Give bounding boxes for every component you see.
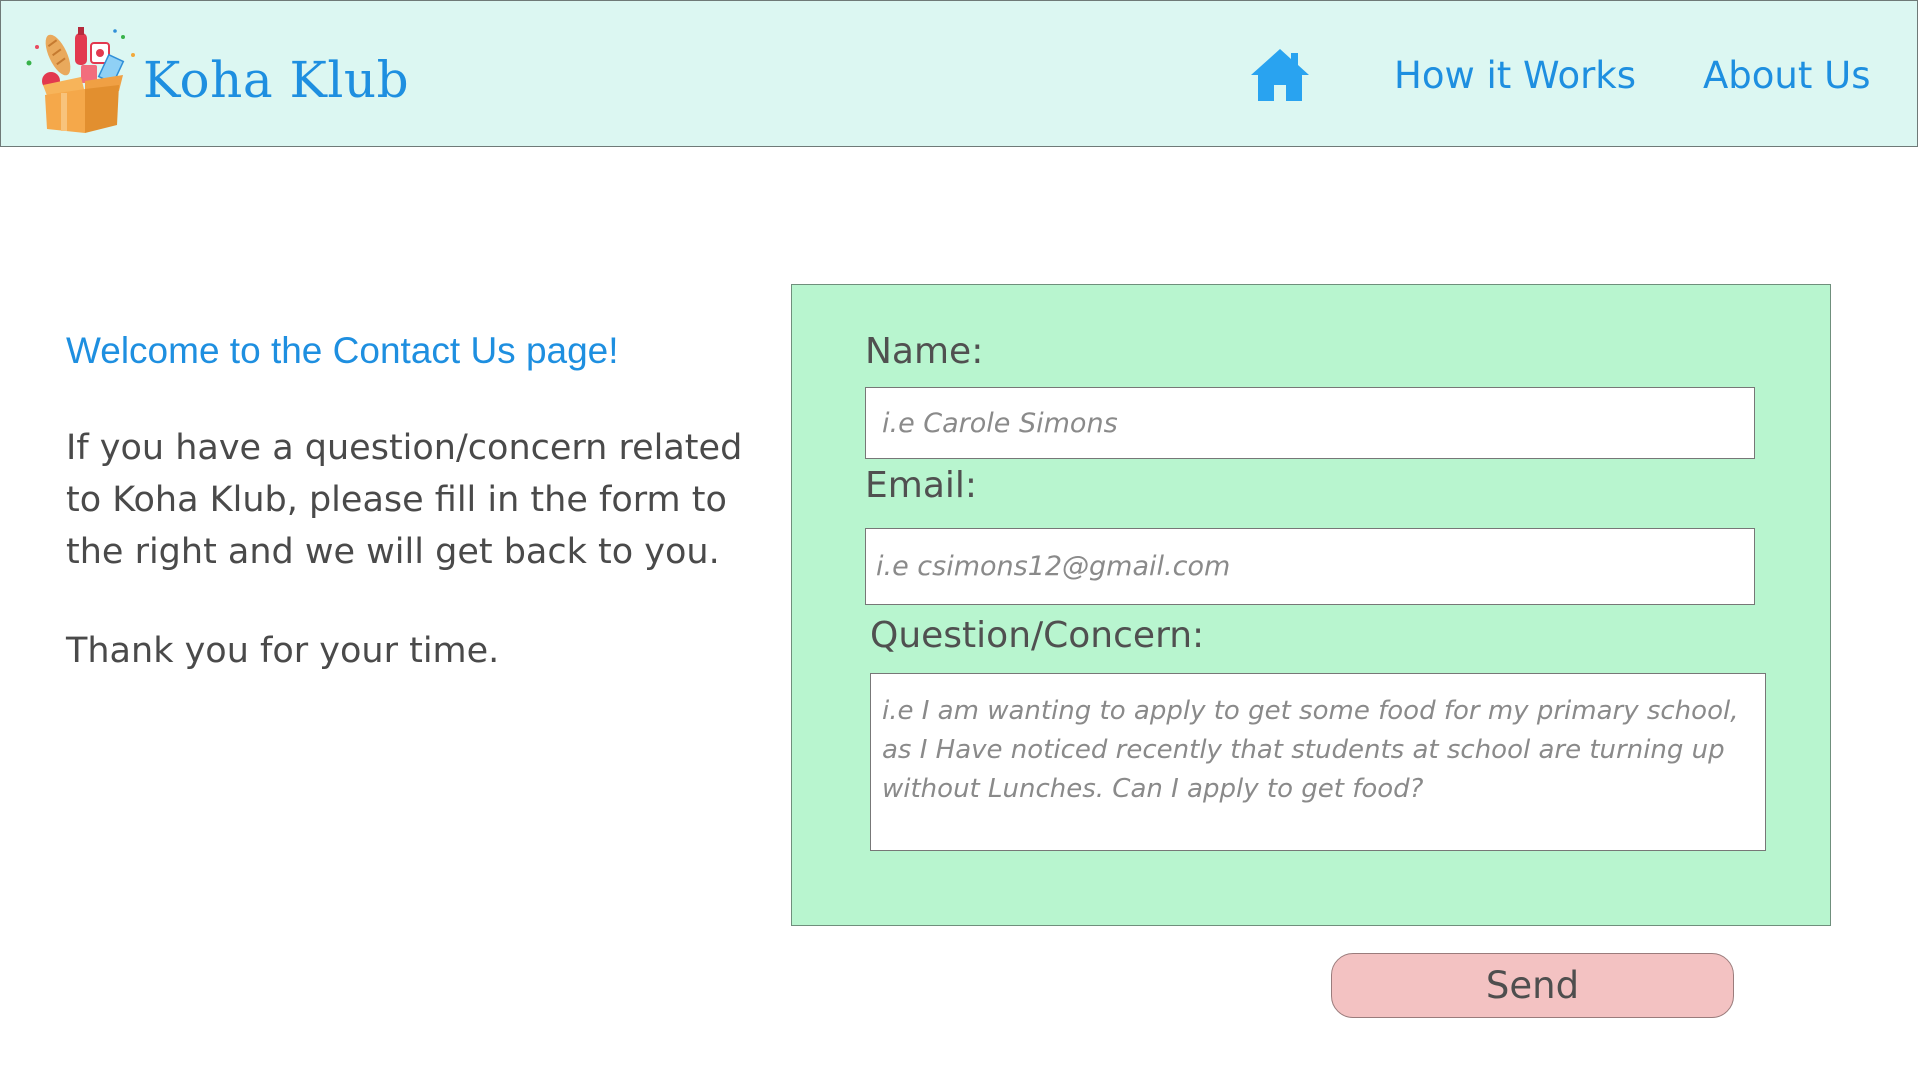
nav-how-it-works[interactable]: How it Works bbox=[1394, 54, 1636, 97]
nav-about-us[interactable]: About Us bbox=[1703, 54, 1871, 97]
contact-form: Name: Email: Question/Concern: bbox=[791, 284, 1831, 926]
name-field[interactable] bbox=[865, 387, 1755, 459]
name-label: Name: bbox=[865, 331, 984, 372]
question-field[interactable] bbox=[870, 673, 1766, 851]
question-label: Question/Concern: bbox=[870, 615, 1205, 656]
home-icon[interactable] bbox=[1249, 45, 1311, 105]
email-label: Email: bbox=[865, 465, 978, 506]
brand-name[interactable]: Koha Klub bbox=[143, 51, 409, 109]
email-field[interactable] bbox=[865, 528, 1755, 605]
intro-text: If you have a question/concern related t… bbox=[66, 428, 743, 572]
gift-box-food-icon[interactable] bbox=[23, 25, 143, 135]
send-button[interactable]: Send bbox=[1331, 953, 1734, 1018]
thanks-text: Thank you for your time. bbox=[66, 631, 500, 671]
site-header: Koha Klub How it Works About Us bbox=[0, 0, 1918, 147]
welcome-heading: Welcome to the Contact Us page! bbox=[66, 330, 619, 371]
